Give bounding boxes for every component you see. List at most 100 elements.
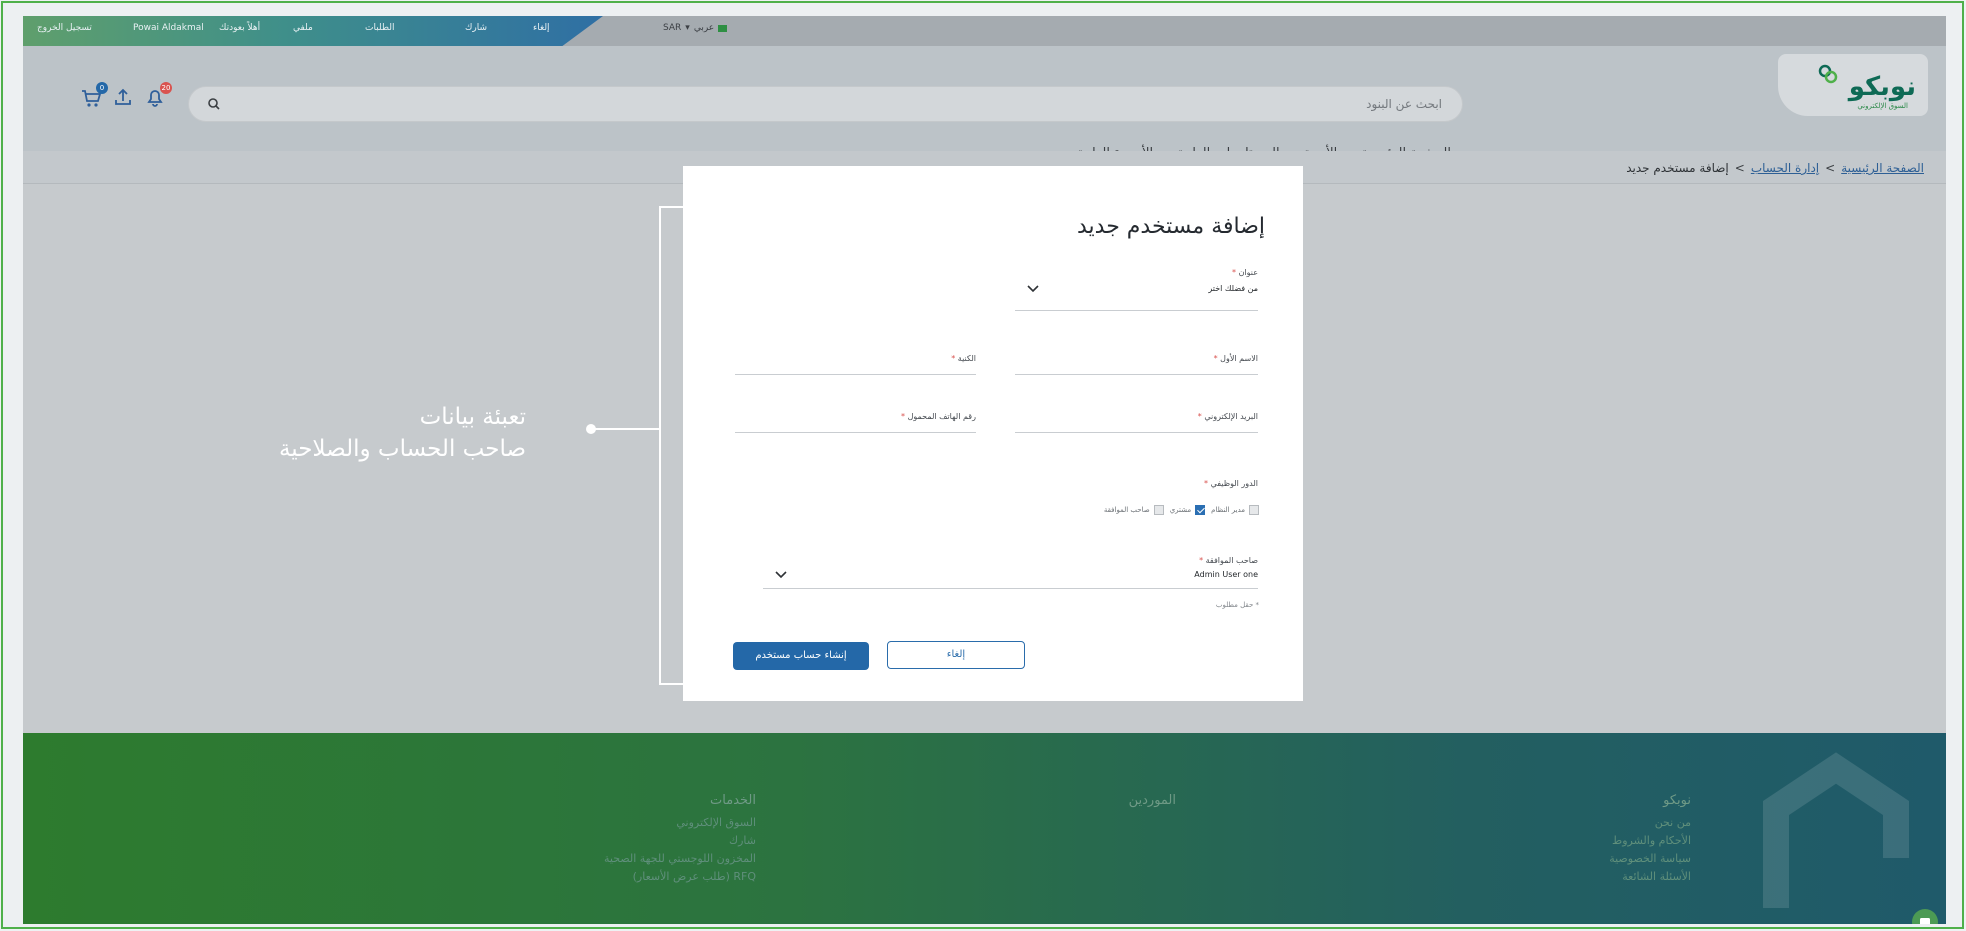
checkbox-checked[interactable] xyxy=(1195,505,1206,515)
footer-link-about[interactable]: من نحن xyxy=(1609,814,1691,832)
footer-brand-column: نوبكو من نحن الأحكام والشروط سياسة الخصو… xyxy=(1609,793,1691,886)
search-input[interactable]: ابحث عن البنود xyxy=(188,86,1463,122)
required-mark: * xyxy=(901,412,906,421)
last-name-field[interactable]: الكنية * xyxy=(735,354,976,392)
chevron-down-icon: ▾ xyxy=(685,23,690,33)
upload-icon xyxy=(115,88,131,105)
footer-link-logistics[interactable]: المخزون اللوجستي للجهة الصحية xyxy=(604,850,756,868)
tutorial-frame: تسجيل الخروج Powai Aldakmal أهلاً بعودتك… xyxy=(1,1,1964,929)
annotation-connector xyxy=(591,428,660,430)
annotation-line-2: صاحب الحساب والصلاحية xyxy=(278,436,526,462)
flag-icon xyxy=(718,24,728,32)
annotation-line-1: تعبئة بيانات xyxy=(419,404,526,430)
required-mark: * xyxy=(951,354,956,363)
upload-button[interactable] xyxy=(110,84,136,110)
role-buyer-label: مشتري xyxy=(1169,506,1192,514)
modal-title: إضافة مستخدم جديد xyxy=(1076,214,1265,239)
required-note: * حقل مطلوب xyxy=(1215,601,1259,609)
footer-suppliers-column: الموردين xyxy=(1129,793,1176,814)
footer-link-marketplace[interactable]: السوق الإلكتروني xyxy=(604,814,756,832)
profile-link[interactable]: ملفي xyxy=(293,23,313,33)
site-footer: نوبكو من نحن الأحكام والشروط سياسة الخصو… xyxy=(23,733,1946,924)
notification-badge: 20 xyxy=(160,82,172,94)
language-label: عربي xyxy=(693,23,715,33)
role-field: الدور الوظيفي * xyxy=(1015,479,1258,488)
search-placeholder: ابحث عن البنود xyxy=(1366,97,1442,111)
search-icon[interactable] xyxy=(207,97,221,111)
breadcrumb-account[interactable]: إدارة الحساب xyxy=(1751,161,1819,175)
app-screen: تسجيل الخروج Powai Aldakmal أهلاً بعودتك… xyxy=(23,16,1946,924)
footer-link-terms[interactable]: الأحكام والشروط xyxy=(1609,832,1691,850)
logo-tagline: السوق الإلكتروني xyxy=(1857,102,1908,110)
breadcrumb-separator: > xyxy=(1825,161,1836,175)
footer-services-heading: الخدمات xyxy=(710,793,756,808)
greeting-text: أهلاً بعودتك xyxy=(219,23,261,33)
role-label: الدور الوظيفي xyxy=(1210,479,1258,488)
annotation-text: تعبئة بيانات صاحب الحساب والصلاحية xyxy=(126,401,526,465)
site-header: نوبكو السوق الإلكتروني ابحث عن البنود 0 xyxy=(23,46,1946,161)
first-name-field[interactable]: الاسم الأول * xyxy=(1015,354,1258,392)
user-name: Powai Aldakmal xyxy=(133,23,204,33)
breadcrumb-separator: > xyxy=(1734,161,1745,175)
approver-label: صاحب الموافقة xyxy=(1205,556,1258,565)
required-mark: * xyxy=(1197,412,1202,421)
add-user-modal: إضافة مستخدم جديد عنوان * من فضلك اختر ا… xyxy=(683,166,1303,701)
footer-brand-heading: نوبكو xyxy=(1663,793,1691,808)
footer-logo-watermark-icon xyxy=(1763,752,1909,908)
title-select[interactable]: عنوان * من فضلك اختر xyxy=(1015,268,1258,311)
orders-link[interactable]: الطلبات xyxy=(365,23,395,33)
breadcrumb-current: إضافة مستخدم جديد xyxy=(1626,161,1729,175)
mobile-label: رقم الهاتف المحمول xyxy=(907,412,976,421)
footer-link-faq[interactable]: الأسئلة الشائعة xyxy=(1609,868,1691,886)
checkbox[interactable] xyxy=(1249,505,1259,515)
top-strip-band xyxy=(23,16,603,46)
title-label: عنوان xyxy=(1238,268,1258,277)
approver-value: Admin User one xyxy=(1194,570,1258,579)
header-icons: 0 20 xyxy=(78,82,172,110)
cart-button[interactable]: 0 xyxy=(78,82,108,110)
title-value: من فضلك اختر xyxy=(1208,284,1258,293)
logo-name: نوبكو xyxy=(1848,72,1916,102)
email-label: البريد الإلكتروني xyxy=(1204,412,1258,421)
logo-mark-icon xyxy=(1818,64,1838,84)
language-selector[interactable]: SAR ▾ عربي xyxy=(663,23,728,33)
first-name-label: الاسم الأول xyxy=(1220,354,1258,363)
required-mark: * xyxy=(1199,556,1204,565)
share-link[interactable]: شارك xyxy=(465,23,487,33)
role-option-admin[interactable]: مدير النظام xyxy=(1211,505,1259,515)
role-option-approver[interactable]: صاحب الموافقة xyxy=(1104,505,1164,515)
required-mark: * xyxy=(1213,354,1218,363)
cart-badge: 0 xyxy=(96,82,108,94)
annotation-bracket xyxy=(659,206,703,685)
cancel-button[interactable]: إلغاء xyxy=(887,641,1025,669)
required-mark: * xyxy=(1204,479,1209,488)
chevron-down-icon[interactable] xyxy=(1027,285,1039,293)
approver-select[interactable]: صاحب الموافقة * Admin User one xyxy=(763,556,1258,592)
role-approver-label: صاحب الموافقة xyxy=(1103,506,1150,514)
role-options: مدير النظام مشتري صاحب الموافقة xyxy=(1104,505,1259,515)
logo[interactable]: نوبكو السوق الإلكتروني xyxy=(1778,54,1928,116)
annotation-dot xyxy=(586,424,596,434)
currency-label: SAR xyxy=(663,23,682,33)
role-admin-label: مدير النظام xyxy=(1211,506,1245,514)
footer-link-rfq[interactable]: RFQ (طلب عرض الأسعار) xyxy=(604,868,756,886)
cancel-link[interactable]: إلغاء xyxy=(533,23,550,33)
notifications-button[interactable]: 20 xyxy=(142,82,172,110)
mobile-field[interactable]: رقم الهاتف المحمول * xyxy=(735,412,976,450)
role-option-buyer[interactable]: مشتري xyxy=(1169,505,1206,515)
email-field[interactable]: البريد الإلكتروني * xyxy=(1015,412,1258,450)
create-user-button[interactable]: إنشاء حساب مستخدم xyxy=(733,642,869,670)
required-mark: * xyxy=(1232,268,1237,277)
footer-suppliers-heading[interactable]: الموردين xyxy=(1129,793,1176,808)
checkbox[interactable] xyxy=(1153,505,1164,515)
footer-link-share[interactable]: شارك xyxy=(604,832,756,850)
footer-services-column: الخدمات السوق الإلكتروني شارك المخزون ال… xyxy=(604,793,756,886)
breadcrumb-home[interactable]: الصفحة الرئيسية xyxy=(1841,161,1924,175)
top-strip: تسجيل الخروج Powai Aldakmal أهلاً بعودتك… xyxy=(23,16,1946,46)
chat-icon xyxy=(1920,918,1930,924)
logout-link[interactable]: تسجيل الخروج xyxy=(37,23,92,33)
footer-link-privacy[interactable]: سياسة الخصوصية xyxy=(1609,850,1691,868)
last-name-label: الكنية xyxy=(957,354,976,363)
chat-button[interactable] xyxy=(1912,909,1938,924)
chevron-down-icon[interactable] xyxy=(775,571,787,579)
